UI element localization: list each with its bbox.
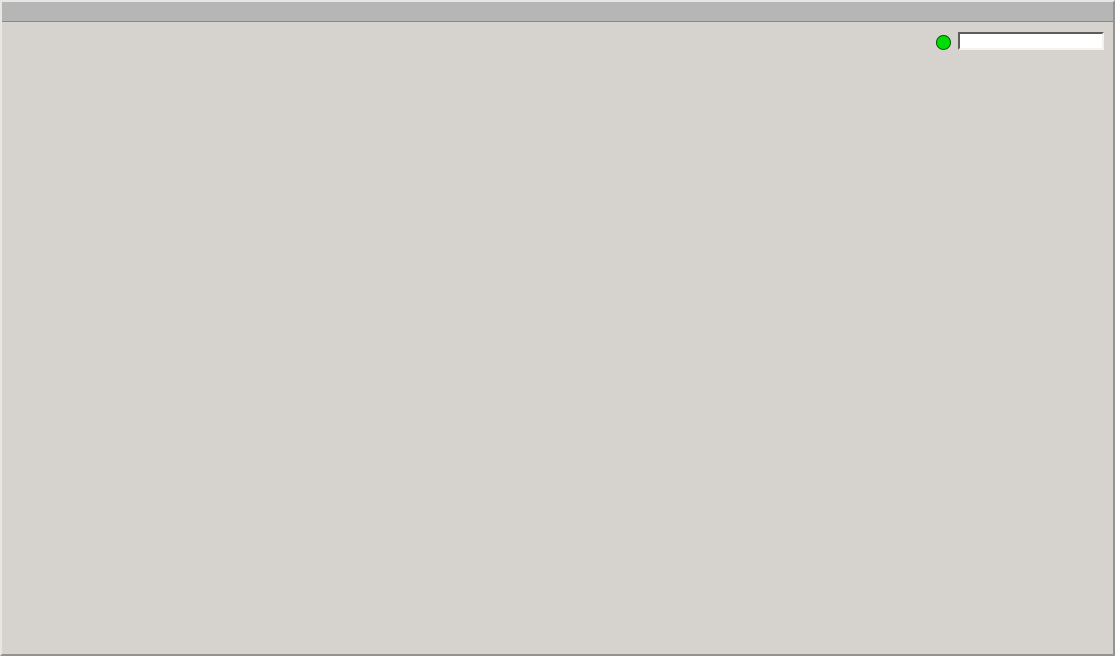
window-titlebar: [2, 2, 1113, 22]
linac-orbit-window: [0, 0, 1115, 656]
status-time-field: [958, 32, 1104, 50]
status-indicator: [936, 35, 951, 50]
